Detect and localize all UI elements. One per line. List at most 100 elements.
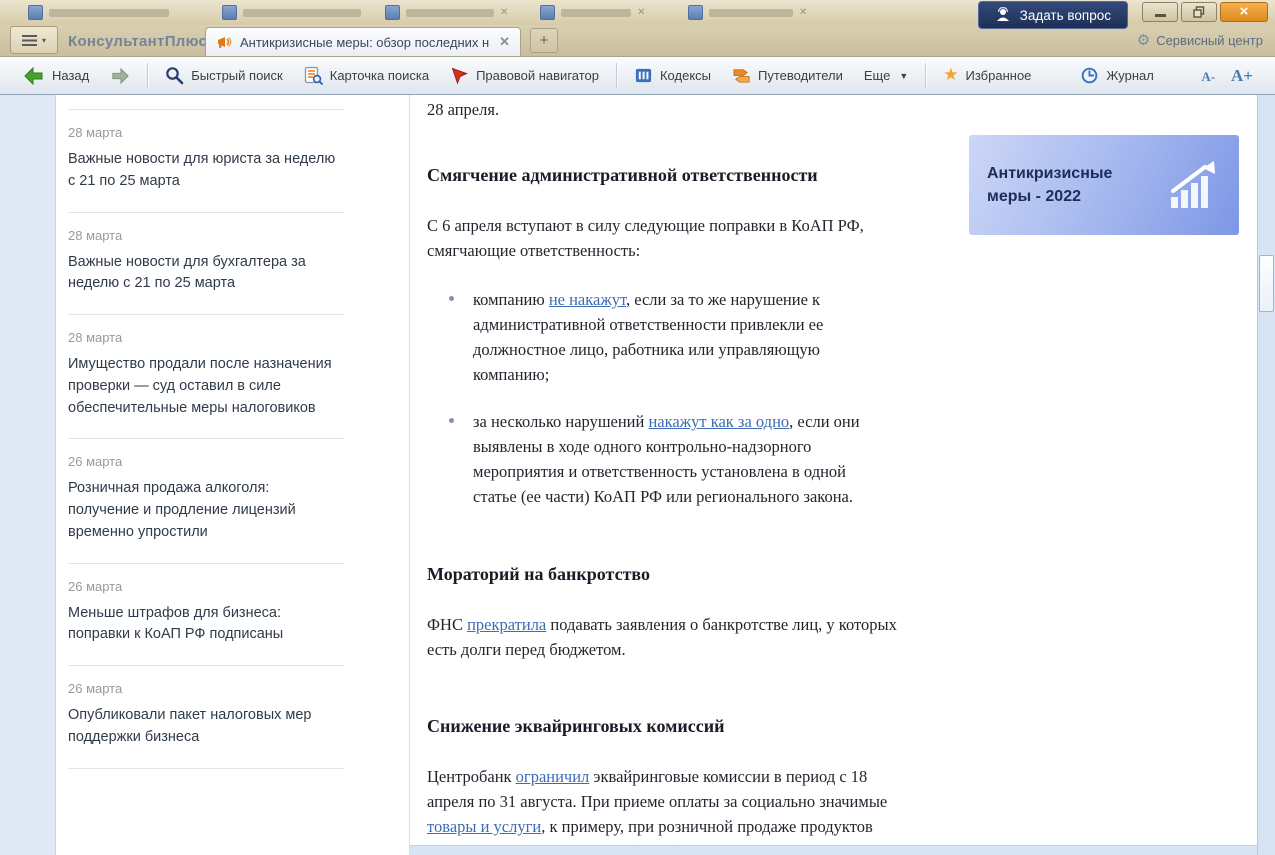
vertical-scrollbar[interactable]	[1257, 95, 1275, 855]
bullet-item: компанию не накажут, если за то же наруш…	[473, 287, 861, 387]
search-card-icon	[304, 66, 323, 85]
news-title-link[interactable]: Меньше штрафов для бизнеса: поправки к К…	[68, 603, 344, 647]
news-date: 28 марта	[68, 330, 344, 345]
window-title-placeholder	[709, 9, 793, 17]
background-window[interactable]: ✕	[540, 5, 645, 20]
scrollbar-thumb[interactable]	[1259, 255, 1274, 312]
article-body: 28 апреля. Смягчение административной отв…	[410, 95, 907, 855]
quick-search-button[interactable]: Быстрый поиск	[156, 61, 292, 91]
hamburger-icon	[22, 35, 37, 46]
news-title-link[interactable]: Важные новости для бухгалтера за неделю …	[68, 252, 344, 296]
news-title-link[interactable]: Имущество продали после назначения прове…	[68, 354, 344, 419]
window-title-placeholder	[406, 9, 494, 17]
guides-button[interactable]: Путеводители	[723, 61, 852, 91]
window-icon	[385, 5, 400, 20]
article-fragment: 28 апреля.	[427, 98, 907, 123]
minimize-icon	[1155, 14, 1166, 17]
ask-question-button[interactable]: Задать вопрос	[978, 1, 1128, 29]
legal-navigator-button[interactable]: Правовой навигатор	[441, 61, 608, 91]
news-date: 28 марта	[68, 125, 344, 140]
guides-icon	[732, 66, 751, 85]
window-title-placeholder	[49, 9, 169, 17]
restore-button[interactable]	[1181, 2, 1217, 22]
back-button[interactable]: Назад	[14, 61, 98, 91]
search-card-label: Карточка поиска	[330, 68, 429, 83]
window-icon	[222, 5, 237, 20]
legal-navigator-label: Правовой навигатор	[476, 68, 599, 83]
titlebar: ✕ ✕ ✕ Задать вопрос ×	[0, 0, 1275, 26]
list-item[interactable]: 28 марта Важные новости для бухгалтера за…	[68, 213, 344, 316]
chevron-down-icon: ▾	[42, 36, 46, 45]
section-heading: Снижение эквайринговых комиссий	[427, 716, 907, 737]
list-item[interactable]: 28 марта Имущество продали после назначен…	[68, 315, 344, 439]
background-window[interactable]: ✕	[385, 5, 508, 20]
paragraph: С 6 апреля вступают в силу следующие поп…	[427, 213, 907, 263]
codes-label: Кодексы	[660, 68, 711, 83]
service-center-link[interactable]: ⚙ Сервисный центр	[1137, 33, 1263, 48]
close-icon[interactable]: ✕	[637, 8, 645, 18]
codes-button[interactable]: Кодексы	[625, 61, 720, 91]
ask-question-label: Задать вопрос	[1020, 8, 1111, 23]
inline-link[interactable]: накажут как за одно	[648, 412, 789, 431]
growth-chart-icon	[1165, 157, 1221, 213]
list-item[interactable]: 26 мартаРозничная продажа алкоголя: полу…	[68, 439, 344, 563]
toolbar-separator	[616, 63, 617, 89]
close-icon[interactable]: ✕	[500, 8, 508, 18]
list-item[interactable]: 28 марта Важные новости для юриста за нед…	[68, 110, 344, 213]
news-title-link[interactable]: Опубликовали пакет налоговых мер поддерж…	[68, 705, 344, 749]
app-logo: КонсультантПлюс	[68, 33, 207, 50]
tab-active[interactable]: Антикризисные меры: обзор последних н… ✕	[205, 27, 521, 56]
navigator-icon	[450, 66, 469, 85]
new-tab-button[interactable]: +	[530, 28, 558, 53]
forward-button[interactable]	[101, 61, 139, 91]
font-smaller-button[interactable]: А-	[1201, 69, 1215, 85]
close-button[interactable]: ×	[1220, 2, 1268, 22]
document-pane: 28 апреля. Смягчение административной отв…	[410, 95, 1257, 855]
star-icon: ★	[943, 67, 958, 84]
clock-icon	[1080, 66, 1099, 85]
person-icon	[995, 7, 1011, 23]
news-date: 26 марта	[68, 579, 344, 594]
window-title-placeholder	[243, 9, 361, 17]
inline-link[interactable]: прекратила	[467, 615, 546, 634]
tab-close-icon[interactable]: ✕	[499, 34, 510, 50]
toolbar-separator	[925, 63, 926, 89]
background-window[interactable]	[222, 5, 361, 20]
news-date: 26 марта	[68, 681, 344, 696]
inline-link[interactable]: ограничил	[516, 767, 590, 786]
background-window[interactable]	[28, 5, 169, 20]
codes-icon	[634, 66, 653, 85]
journal-label: Журнал	[1106, 68, 1153, 83]
app-window: ✕✕✕ Задать вопрос × ▾ Консуль	[0, 0, 1275, 855]
more-button[interactable]: Еще ▼	[855, 61, 917, 91]
news-title-link[interactable]: Розничная продажа алкоголя: получение и …	[68, 478, 344, 543]
favorites-label: Избранное	[966, 68, 1032, 83]
background-window[interactable]: ✕	[688, 5, 807, 20]
window-title-placeholder	[561, 9, 631, 17]
bullet-list: компанию не накажут, если за то же наруш…	[427, 287, 907, 510]
tab-title: Антикризисные меры: обзор последних н…	[240, 35, 491, 50]
window-icon	[540, 5, 555, 20]
minimize-button[interactable]	[1142, 2, 1178, 22]
list-item[interactable]: 26 марта Меньше штрафов для бизнеса: попр…	[68, 564, 344, 667]
news-date: 28 марта	[68, 228, 344, 243]
paragraph: ФНС прекратила подавать заявления о банк…	[427, 612, 907, 662]
anticrisis-banner[interactable]: Антикризисные меры - 2022	[969, 135, 1239, 235]
inline-link[interactable]: товары и услуги	[427, 817, 541, 836]
more-label: Еще	[864, 68, 890, 83]
section-heading: Смягчение административной ответственнос…	[427, 165, 907, 186]
font-larger-button[interactable]: А+	[1231, 66, 1253, 86]
main-area: 28 марта Важные новости для юриста за нед…	[0, 95, 1275, 855]
journal-button[interactable]: Журнал	[1071, 61, 1162, 91]
inline-link[interactable]: не накажут	[549, 290, 626, 309]
horizontal-scrollbar[interactable]	[410, 845, 1257, 855]
search-card-button[interactable]: Карточка поиска	[295, 61, 438, 91]
news-title-link[interactable]: Важные новости для юриста за неделю с 21…	[68, 149, 344, 193]
toolbar-separator	[147, 63, 148, 89]
tab-bar: ▾ КонсультантПлюс Антикризисные меры: об…	[0, 25, 1275, 56]
main-menu-button[interactable]: ▾	[10, 26, 58, 54]
close-icon[interactable]: ✕	[799, 8, 807, 18]
favorites-button[interactable]: ★ Избранное	[934, 61, 1040, 91]
paragraph: Центробанк ограничил эквайринговые комис…	[427, 764, 907, 855]
list-item[interactable]: 26 марта Опубликовали пакет налоговых мер…	[68, 666, 344, 769]
